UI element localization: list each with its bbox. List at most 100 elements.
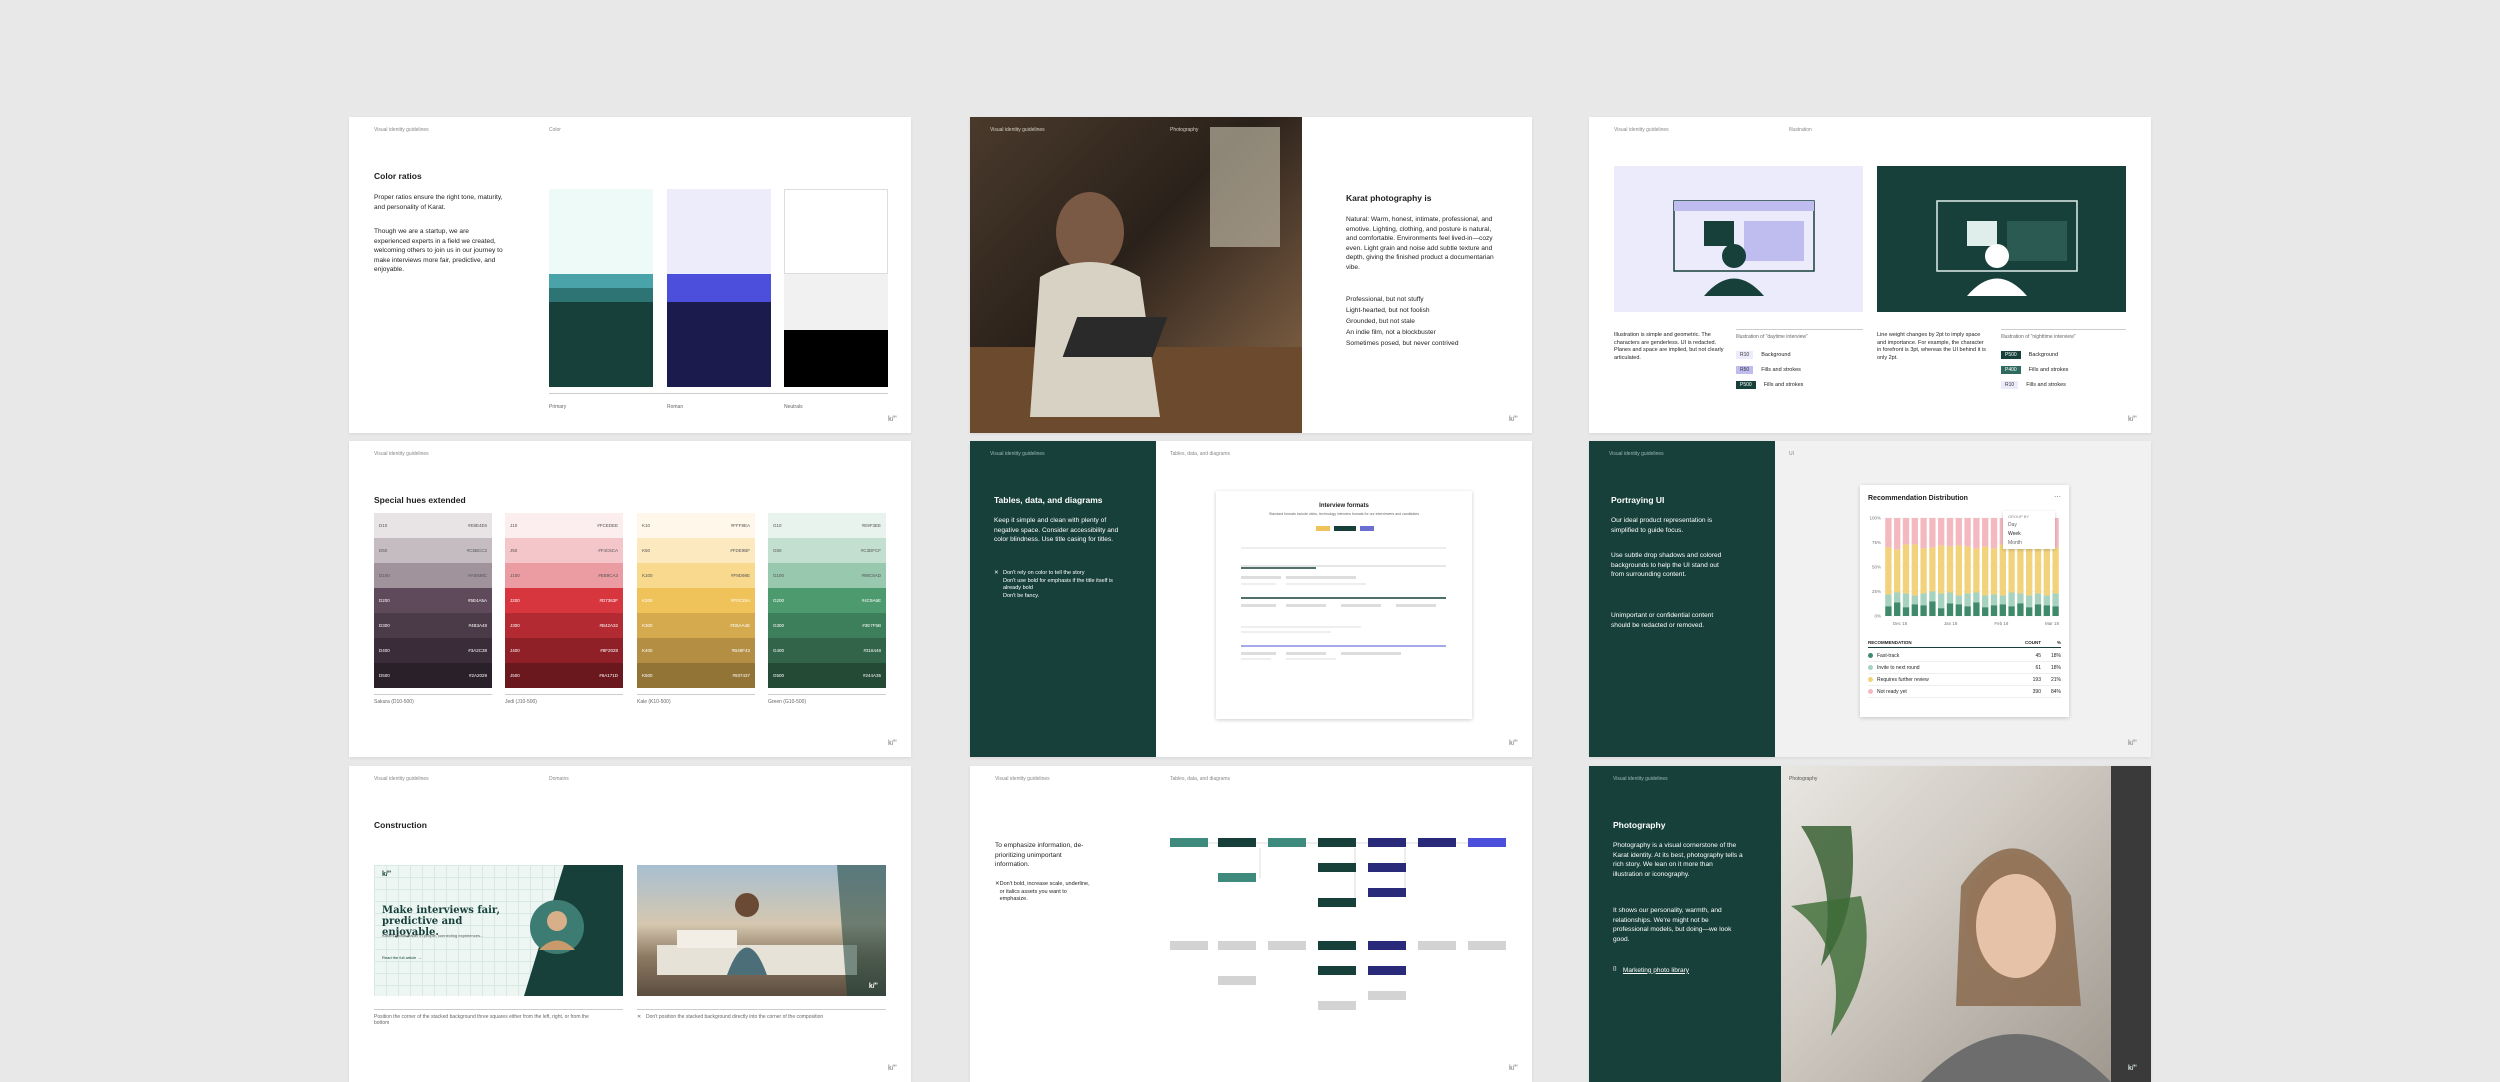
photo-library-link[interactable]: ⌷ Marketing photo library [1613,966,1689,974]
palette-swatch: K50 #FDE9BF [637,538,755,563]
table-row[interactable]: Requires further review 193 21% [1868,674,2061,686]
section-label: Tables, data, and diagrams [1170,776,1231,782]
bar-segment [2026,548,2033,596]
photo-smiling-woman [1781,766,2151,1082]
slide-tables-data[interactable]: Visual identity guidelines Tables, data,… [970,441,1532,757]
menu-item-week[interactable]: Week [2008,531,2050,537]
palette-caption: Green (G10-500) [768,699,807,705]
palette-swatch: K100 #F9D98E [637,563,755,588]
palette-swatch: G10 #E9F3EE [768,513,886,538]
swatch-hex: #B48F43 [731,648,750,653]
row-percent: 18% [2050,664,2061,671]
swatch-hex: #FDE9BF [730,548,750,553]
bar-segment [1920,518,1927,549]
link-text[interactable]: Marketing photo library [1623,967,1689,974]
slide-photography[interactable]: Visual identity guidelines Photography P… [1589,766,2151,1082]
karat-logo: k/ʺ [1508,416,1518,423]
swatch-code: D50 [379,548,388,553]
photo-illustration [1791,766,2151,1082]
guide-label: Visual identity guidelines [990,127,1045,133]
caption-primary: Primary [549,404,567,410]
karat-logo: k/ʺ [2127,1065,2137,1072]
table-row[interactable]: Not ready yet 390 84% [1868,686,2061,698]
slide-construction[interactable]: Visual identity guidelines Domains Const… [349,766,911,1082]
swatch-hex: #3E7F5B [862,623,881,628]
swatch-hex: #EB9CA3 [598,573,618,578]
swatch-code: D200 [379,598,390,603]
palette-swatch: K300 #D5AA4E [637,613,755,638]
bar-segment [1938,608,1945,616]
menu-item-month[interactable]: Month [2008,540,2050,546]
slide-portraying-ui[interactable]: Visual identity guidelines UI Portraying… [1589,441,2151,757]
slide-color-ratios[interactable]: Visual identity guidelines Color Color r… [349,117,911,433]
guide-label: Visual identity guidelines [1609,451,1664,457]
slide-illustration[interactable]: Visual identity guidelines Illustration … [1589,117,2151,433]
bar-segment [1964,518,1971,547]
bar-segment [1894,518,1901,550]
list-item: Sometimes posed, but never contrived [1346,340,1459,347]
bar-segment [1885,606,1892,616]
slide-title: Photography [1613,820,1666,830]
list-item: An indie film, not a blockbuster [1346,329,1436,336]
swatch-code: J300 [510,623,520,628]
swatch-hex: #8F2028 [600,648,618,653]
palette-swatch: D300 #4B3A48 [374,613,492,638]
slide-diagrams[interactable]: Visual identity guidelines Tables, data,… [970,766,1532,1082]
dont-list: ✕ Don't bold, increase scale, underline,… [995,881,1095,904]
palette-caption: Sakura (D10-500) [374,699,414,705]
bar-segment [1955,545,1962,596]
bar-segment [1982,595,1989,608]
dont-item: Don't be fancy. [1003,592,1040,599]
swatch-hex: #4C9A6E [861,598,881,603]
bar-segment [1911,544,1918,596]
palette-caption: Kale (K10-500) [637,699,671,705]
bar-segment [1885,547,1892,595]
bar-segment [1973,518,1980,549]
guide-label: Visual identity guidelines [990,451,1045,457]
bar-segment [1920,605,1927,616]
body-paragraph: To emphasize information, de-prioritizin… [995,842,1084,868]
palette-column: K10 #FFF8EA K50 #FDE9BF K100 #F9D98E K200 #F0C2… [637,513,755,705]
dont-caption: ✕ Don't position the stacked background … [637,1014,852,1020]
bar-segment [1982,518,1989,547]
swatch-code: J200 [510,598,520,603]
slide-title: Construction [374,820,427,830]
guide-label: Visual identity guidelines [1614,127,1669,133]
section-label: Tables, data, and diagrams [1170,451,1231,457]
bar-segment [1973,602,1980,616]
table-header: RECOMMENDATION COUNT % [1868,640,2061,648]
slide-karat-photography[interactable]: Visual identity guidelines Photography K… [970,117,1532,433]
bar-segment [1929,518,1936,548]
swatch-code: K50 [642,548,651,553]
legend-dot [1868,665,1873,670]
group-by-menu[interactable]: GROUP BY Day Week Month [2003,511,2055,549]
slide-title: Karat photography is [1346,193,1432,203]
row-percent: 84% [2050,688,2061,695]
bar-segment [2043,546,2050,596]
section-label: Photography [1170,127,1199,133]
table-row[interactable]: Invite to next round 61 18% [1868,662,2061,674]
palette-swatch: J100 #EB9CA3 [505,563,623,588]
bar-segment [1902,518,1910,545]
section-label: Illustration [1789,127,1812,133]
guide-label: Visual identity guidelines [995,776,1050,782]
row-count: 193 [2032,676,2041,683]
slide-special-hues[interactable]: Visual identity guidelines Special hues … [349,441,911,757]
ui-card: Recommendation Distribution ⋯ 100% 75% 50%… [1860,485,2069,717]
table-row[interactable]: Fast-track 45 18% [1868,650,2061,662]
menu-item-day[interactable]: Day [2008,522,2050,528]
bar-segment [1982,546,1989,596]
bar-segment [1929,601,1936,616]
swatch-hex: #B42A32 [599,623,618,628]
palette-column: D10 #E8E4E6 D50 #C5BCC2 D100 #A0939C D200 #5E4A… [374,513,492,705]
swatch-hex: #6A171D [599,673,618,678]
swatch-column-roman [667,189,771,387]
swatch-hex: #937437 [732,673,750,678]
palette-swatch: J500 #6A171D [505,663,623,688]
more-icon[interactable]: ⋯ [2054,493,2061,501]
dont-list: ✕ Don't rely on color to tell the story D… [994,570,1124,600]
row-label: Requires further review [1877,676,1929,683]
slide-title: Color ratios [374,171,422,181]
swatch-code: D300 [379,623,390,628]
palette-swatch: J50 #F4C6CA [505,538,623,563]
